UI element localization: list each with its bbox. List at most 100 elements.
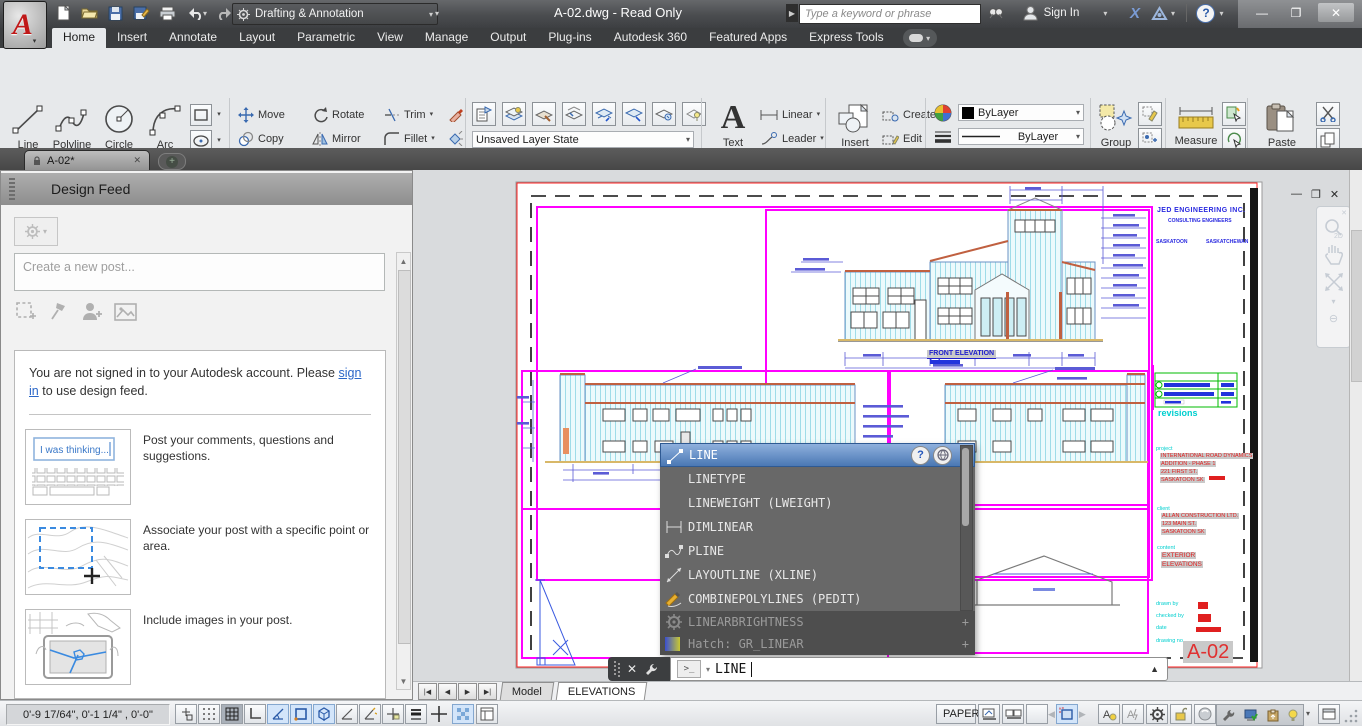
fillet-button[interactable]: Fillet▾ — [384, 128, 435, 150]
cut-button[interactable] — [1316, 102, 1340, 126]
tab-annotate[interactable]: Annotate — [158, 28, 228, 48]
suggestion-pline[interactable]: PLINE — [660, 539, 975, 563]
suggestion-hatch-gr-linear[interactable]: Hatch: GR_LINEAR+ — [660, 633, 975, 655]
command-line-grip[interactable]: ✕ — [608, 657, 670, 681]
suggestion-layoutline[interactable]: LAYOUTLINE (XLINE) — [660, 563, 975, 587]
layer-freeze-button[interactable] — [592, 102, 616, 126]
feed-settings-button[interactable]: ▾ — [14, 217, 58, 246]
suggestion-combinepolylines[interactable]: COMBINEPOLYLINES (PEDIT) — [660, 587, 975, 611]
toolbar-lock-button[interactable] — [1170, 704, 1192, 724]
tab-plugins[interactable]: Plug-ins — [537, 28, 602, 48]
recent-commands-icon[interactable]: ▾ — [706, 665, 710, 674]
edit-block-button[interactable]: Edit — [882, 128, 922, 150]
tab-featured-apps[interactable]: Featured Apps — [698, 28, 798, 48]
navbar-collapse-icon[interactable]: ⊖ — [1329, 312, 1338, 325]
autodesk360-icon[interactable]: ▾ — [1148, 3, 1178, 23]
tab-express-tools[interactable]: Express Tools — [798, 28, 894, 48]
file-tab-close-icon[interactable]: ✕ — [133, 155, 141, 166]
polyline-tool-button[interactable]: Polyline — [50, 103, 94, 151]
create-post-input[interactable]: Create a new post... — [14, 253, 385, 291]
lineweight-dropdown[interactable]: ByLayer▾ — [958, 128, 1084, 145]
tray-bulb-icon[interactable] — [1288, 709, 1298, 722]
help-icon[interactable]: ? — [911, 446, 930, 465]
qat-overflow-button[interactable]: ▾ — [430, 3, 444, 23]
viewport-scale-button[interactable] — [1056, 704, 1078, 724]
mirror-button[interactable]: Mirror — [312, 128, 361, 150]
tab-view[interactable]: View — [366, 28, 414, 48]
group-button[interactable]: Group — [1096, 103, 1136, 149]
undo-button[interactable]: ▾ — [182, 3, 212, 23]
prev-layout-icon[interactable]: ◀ — [438, 683, 457, 700]
trim-button[interactable]: Trim▾ — [384, 104, 433, 126]
quick-view-drawings-button[interactable] — [1002, 704, 1024, 724]
rotate-button[interactable]: Rotate — [312, 104, 364, 126]
transparency-toggle[interactable] — [452, 704, 474, 724]
tab-output[interactable]: Output — [479, 28, 537, 48]
scale-next-icon[interactable]: ▶ — [1079, 709, 1086, 720]
coordinates-readout[interactable]: 0'-9 17/64", 0'-1 1/4" , 0'-0" — [6, 704, 170, 725]
rectangle-flyout[interactable]: ▾ — [213, 104, 225, 126]
save-as-button[interactable] — [130, 3, 152, 23]
quick-select-button[interactable] — [1222, 102, 1246, 126]
minimize-button[interactable]: — — [1248, 3, 1276, 22]
tab-autodesk360[interactable]: Autodesk 360 — [603, 28, 698, 48]
erase-button[interactable] — [447, 104, 463, 124]
hardware-acceleration-button[interactable] — [1194, 704, 1216, 724]
sign-in-button[interactable]: Sign In ▾ — [1010, 3, 1120, 23]
open-file-button[interactable] — [78, 3, 100, 23]
object-snap-toggle[interactable] — [290, 704, 312, 724]
insert-block-button[interactable]: Insert — [833, 103, 877, 149]
suggestion-line[interactable]: LINE ? — [660, 443, 975, 467]
navigation-bar[interactable]: ✕ 2D ▾ ⊖ — [1316, 206, 1351, 348]
polar-tracking-toggle[interactable] — [267, 704, 289, 724]
create-block-button[interactable]: Create — [882, 104, 936, 126]
tray-clipboard-icon[interactable] — [1267, 709, 1279, 722]
navbar-more-icon[interactable]: ▾ — [1331, 297, 1335, 306]
ribbon-display-toggle[interactable]: ▾ — [903, 29, 937, 47]
new-drawing-tab-button[interactable]: + — [158, 153, 186, 170]
zoom-2d-icon[interactable]: 2D — [1323, 217, 1345, 239]
command-close-icon[interactable]: ✕ — [627, 662, 637, 676]
drawing-vertical-scrollbar[interactable] — [1349, 170, 1362, 700]
pan-hand-icon[interactable] — [1323, 243, 1345, 267]
color-wheel-icon[interactable] — [932, 104, 954, 122]
layer-match-button[interactable] — [652, 102, 676, 126]
tray-wrench-icon[interactable] — [1222, 709, 1235, 722]
customize-wrench-icon[interactable] — [644, 662, 659, 677]
command-history-toggle[interactable]: ▲ — [1150, 664, 1159, 674]
select-area-icon[interactable] — [15, 301, 37, 323]
suggestion-linetype[interactable]: LINETYPE — [660, 467, 975, 491]
workspace-selector[interactable]: Drafting & Annotation ▾ — [232, 3, 438, 25]
command-input[interactable]: >_ ▾ LINE ▲ — [670, 657, 1168, 681]
scroll-down-icon[interactable]: ▼ — [397, 674, 410, 688]
rectangle-tool-button[interactable] — [190, 104, 212, 126]
tab-manage[interactable]: Manage — [414, 28, 479, 48]
snap-mode-toggle[interactable] — [198, 704, 220, 724]
popup-scrollbar[interactable] — [960, 445, 973, 611]
ortho-mode-toggle[interactable] — [244, 704, 266, 724]
workspace-switching-button[interactable] — [1146, 704, 1168, 724]
new-file-button[interactable] — [52, 3, 74, 23]
grip-dots[interactable] — [614, 661, 620, 677]
doc-close-icon[interactable]: ✕ — [1330, 188, 1339, 201]
close-button[interactable]: ✕ — [1318, 3, 1354, 22]
infer-constraints-toggle[interactable] — [175, 704, 197, 724]
design-feed-titlebar[interactable]: Design Feed — [1, 173, 412, 205]
add-person-icon[interactable] — [81, 301, 103, 323]
scroll-thumb[interactable] — [398, 270, 411, 644]
move-button[interactable]: Move — [238, 104, 285, 126]
layer-state-dropdown[interactable]: Unsaved Layer State▾ — [472, 131, 694, 148]
navbar-close-icon[interactable]: ✕ — [1341, 209, 1347, 217]
tray-settings-icon[interactable]: ▾ — [1306, 709, 1310, 718]
internet-search-icon[interactable] — [933, 446, 952, 465]
dynamic-ucs-toggle[interactable] — [359, 704, 381, 724]
tab-layout[interactable]: Layout — [228, 28, 286, 48]
big-crosshair-icon[interactable] — [428, 704, 450, 724]
resize-grip[interactable] — [1344, 709, 1358, 723]
help-button[interactable]: ? ▾ — [1192, 3, 1228, 23]
object-snap-tracking-toggle[interactable] — [336, 704, 358, 724]
suggestion-lineweight[interactable]: LINEWEIGHT (LWEIGHT) — [660, 491, 975, 515]
layer-off-button[interactable] — [532, 102, 556, 126]
lineweight-display-toggle[interactable] — [405, 704, 427, 724]
annotation-visibility-button[interactable]: A — [1098, 704, 1120, 724]
